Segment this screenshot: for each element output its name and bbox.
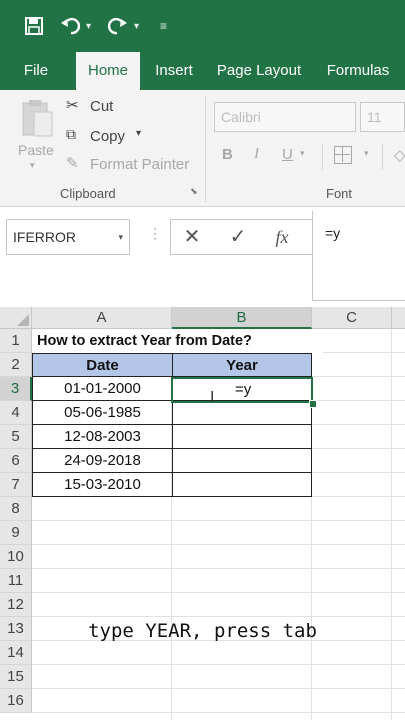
cell-b5-year[interactable] <box>172 425 312 449</box>
active-cell-b3[interactable]: =y <box>171 377 313 403</box>
paste-button[interactable]: Paste <box>18 142 54 158</box>
name-box-dropdown-icon[interactable]: ▾ <box>118 220 123 254</box>
row-header-4[interactable]: 4 <box>0 401 32 425</box>
underline-button[interactable]: U <box>282 146 293 163</box>
undo-dropdown-icon[interactable]: ▾ <box>86 12 91 40</box>
copy-button[interactable]: Copy <box>90 128 125 145</box>
gridline <box>32 544 405 545</box>
excel-window: ▾ ▾ ≡ File Home Insert Page Layout Formu… <box>0 0 405 720</box>
row-header-16[interactable]: 16 <box>0 689 32 713</box>
cut-icon[interactable]: ✂ <box>66 96 79 114</box>
row-header-10[interactable]: 10 <box>0 545 32 569</box>
customize-qat-icon[interactable]: ≡ <box>160 12 167 40</box>
row-header-1[interactable]: 1 <box>0 329 32 353</box>
redo-icon[interactable] <box>104 12 130 40</box>
i-beam-cursor-icon: I <box>210 389 215 406</box>
ribbon-home: Paste ▾ ✂ Cut ⧉ Copy ▾ ✎ Format Painter … <box>0 90 405 207</box>
cell-a2-date-header[interactable]: Date <box>32 353 173 377</box>
cell-a1-title[interactable]: How to extract Year from Date? <box>33 329 323 353</box>
font-group-label: Font <box>326 186 353 201</box>
name-box[interactable]: IFERROR ▾ <box>6 219 130 255</box>
select-all-triangle-icon <box>17 314 29 326</box>
paste-dropdown-icon[interactable]: ▾ <box>30 160 35 171</box>
font-separator-2 <box>382 144 383 170</box>
column-header-a[interactable]: A <box>32 307 172 329</box>
row-header-9[interactable]: 9 <box>0 521 32 545</box>
paste-icon[interactable] <box>20 98 54 138</box>
bold-button[interactable]: B <box>222 146 233 163</box>
row-header-2[interactable]: 2 <box>0 353 32 377</box>
tab-formulas[interactable]: Formulas <box>320 52 396 90</box>
cell-b7-year[interactable] <box>172 473 312 497</box>
formula-bar-area: IFERROR ▾ ⋮ ✕ ✓ fx =y <box>0 207 405 307</box>
gridline <box>32 616 405 617</box>
format-painter-icon[interactable]: ✎ <box>66 154 79 172</box>
tab-insert[interactable]: Insert <box>148 52 200 90</box>
gridline <box>32 712 405 713</box>
cell-b4-year[interactable] <box>172 401 312 425</box>
fill-color-icon[interactable]: ◇ <box>394 146 405 164</box>
gridline <box>32 568 405 569</box>
cell-a4-date[interactable]: 05-06-1985 <box>32 401 173 425</box>
undo-icon[interactable] <box>58 12 84 40</box>
gridline <box>32 688 405 689</box>
tab-file[interactable]: File <box>14 52 58 90</box>
clipboard-group-label: Clipboard <box>60 186 116 201</box>
copy-dropdown-icon[interactable]: ▾ <box>136 128 141 139</box>
gridline <box>32 592 405 593</box>
row-header-3[interactable]: 3 <box>0 377 32 401</box>
formula-bar-grip-icon: ⋮ <box>148 225 162 241</box>
gridline <box>32 520 405 521</box>
cell-a5-date[interactable]: 12-08-2003 <box>32 425 173 449</box>
gridline <box>391 329 392 720</box>
formula-input[interactable]: =y <box>312 211 405 301</box>
cell-b6-year[interactable] <box>172 449 312 473</box>
gridline <box>32 664 405 665</box>
name-box-value: IFERROR <box>13 229 76 245</box>
enter-icon[interactable]: ✓ <box>224 219 252 255</box>
worksheet-grid: A B C 1 2 3 4 5 6 7 8 9 10 11 12 13 14 1… <box>0 307 405 720</box>
column-header-c[interactable]: C <box>312 307 392 329</box>
save-icon[interactable] <box>20 12 48 40</box>
row-header-11[interactable]: 11 <box>0 569 32 593</box>
underline-dropdown-icon[interactable]: ▾ <box>300 148 305 159</box>
row-header-8[interactable]: 8 <box>0 497 32 521</box>
cut-button[interactable]: Cut <box>90 98 113 115</box>
borders-dropdown-icon[interactable]: ▾ <box>364 148 369 159</box>
row-header-7[interactable]: 7 <box>0 473 32 497</box>
cell-a3-date[interactable]: 01-01-2000 <box>32 377 173 401</box>
column-header-b[interactable]: B <box>172 307 312 329</box>
quick-access-toolbar: ▾ ▾ ≡ <box>0 0 405 52</box>
font-separator <box>322 144 323 170</box>
font-name-box[interactable]: Calibri <box>214 102 356 132</box>
tab-page-layout[interactable]: Page Layout <box>214 52 304 90</box>
borders-icon[interactable] <box>334 146 352 164</box>
tab-home[interactable]: Home <box>76 52 140 90</box>
cancel-icon[interactable]: ✕ <box>178 219 206 255</box>
format-painter-button[interactable]: Format Painter <box>90 156 189 173</box>
tutorial-caption: type YEAR, press tab <box>88 620 317 642</box>
row-header-6[interactable]: 6 <box>0 449 32 473</box>
column-header-d[interactable] <box>392 307 405 329</box>
row-header-15[interactable]: 15 <box>0 665 32 689</box>
row-header-14[interactable]: 14 <box>0 641 32 665</box>
italic-button[interactable]: I <box>254 146 259 163</box>
group-separator <box>205 96 206 202</box>
fill-handle[interactable] <box>309 400 317 408</box>
cell-a6-date[interactable]: 24-09-2018 <box>32 449 173 473</box>
redo-dropdown-icon[interactable]: ▾ <box>134 12 139 40</box>
copy-icon[interactable]: ⧉ <box>66 126 76 143</box>
row-header-5[interactable]: 5 <box>0 425 32 449</box>
active-cell-editing-text: =y <box>235 381 252 398</box>
cell-b2-year-header[interactable]: Year <box>172 353 312 377</box>
insert-function-icon[interactable]: fx <box>268 219 296 255</box>
font-size-box[interactable]: 11 <box>360 102 405 132</box>
row-header-12[interactable]: 12 <box>0 593 32 617</box>
clipboard-launcher-icon[interactable]: ⬊ <box>190 186 198 197</box>
ribbon-tabs: File Home Insert Page Layout Formulas <box>0 52 405 90</box>
cell-a7-date[interactable]: 15-03-2010 <box>32 473 173 497</box>
select-all-corner[interactable] <box>0 307 32 329</box>
